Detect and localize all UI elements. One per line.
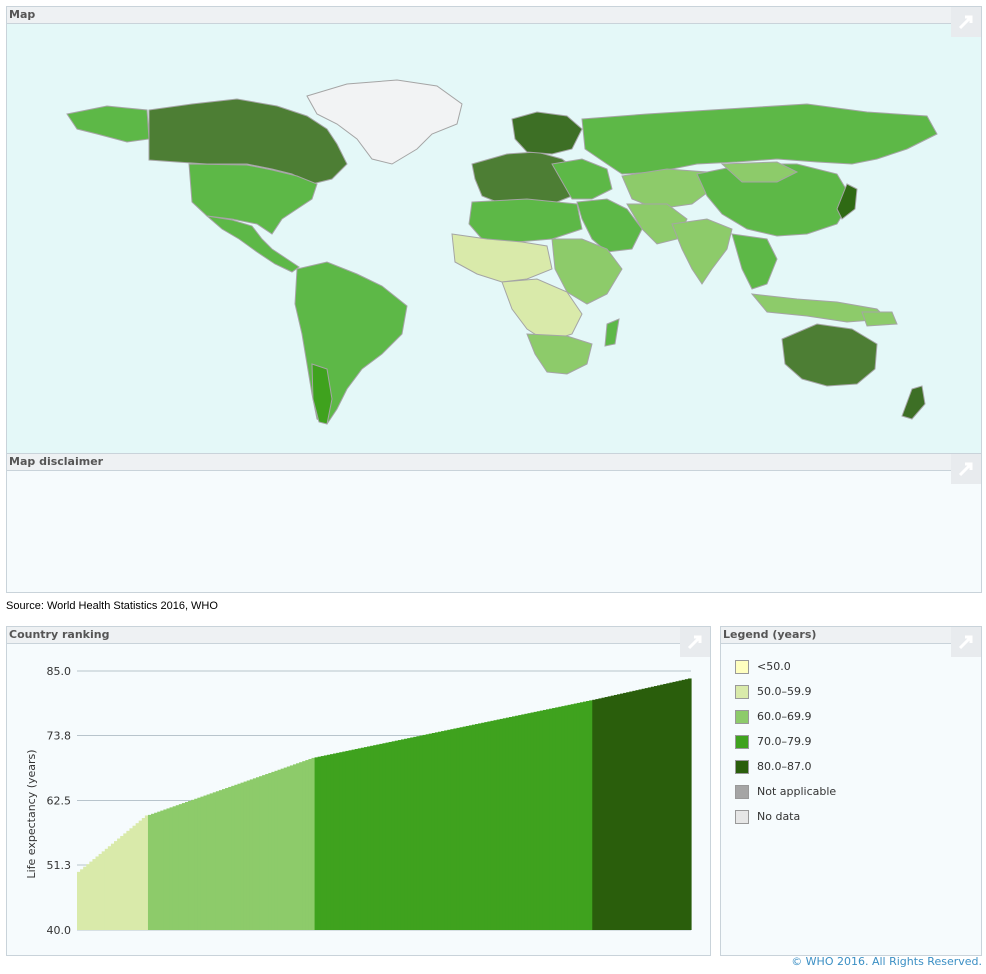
y-axis-label: Life expectancy (years): [25, 749, 38, 878]
legend-label: 60.0–69.9: [757, 710, 812, 723]
region-new-zealand: [901, 385, 926, 420]
region-mexico: [205, 215, 300, 273]
panel-title-map: Map: [7, 7, 981, 24]
legend-label: No data: [757, 810, 801, 823]
region-india: [671, 218, 733, 285]
legend-swatch: [735, 810, 749, 824]
legend-swatch: [735, 785, 749, 799]
legend-item: 60.0–69.9: [735, 709, 811, 725]
y-tick-label: 40.0: [47, 924, 72, 937]
panel-title-ranking: Country ranking: [7, 627, 710, 644]
y-tick-label: 73.8: [47, 729, 72, 742]
panel-title-disclaimer: Map disclaimer: [7, 454, 981, 471]
legend-item: <50.0: [735, 659, 791, 675]
legend-item: Not applicable: [735, 784, 836, 800]
region-madagascar: [604, 318, 620, 347]
legend-swatch: [735, 710, 749, 724]
y-tick-labels: 40.0 51.3 62.5 73.8 85.0: [47, 665, 72, 937]
source-text: Source: World Health Statistics 2016, WH…: [6, 600, 218, 612]
legend-item: No data: [735, 809, 800, 825]
y-tick-label: 51.3: [47, 859, 72, 872]
region-southern-africa: [526, 333, 593, 375]
expand-icon[interactable]: [951, 454, 981, 484]
region-papua: [861, 311, 898, 327]
country-bar: [687, 678, 692, 930]
legend-swatch: [735, 660, 749, 674]
legend-label: 50.0–59.9: [757, 685, 812, 698]
legend-item: 70.0–79.9: [735, 734, 811, 750]
legend-label: <50.0: [757, 660, 791, 673]
legend-item: 80.0–87.0: [735, 759, 811, 775]
ranking-bar-chart: 40.0 51.3 62.5 73.8 85.0 Life expectancy (ye…: [25, 665, 692, 937]
panel-title-legend: Legend (years): [721, 627, 981, 644]
legend-item: 50.0–59.9: [735, 684, 811, 700]
copyright-footer[interactable]: © WHO 2016. All Rights Reserved.: [791, 955, 982, 968]
region-south-america: [294, 261, 408, 425]
legend-swatch: [735, 760, 749, 774]
region-north-africa: [468, 198, 583, 243]
legend-panel: Legend (years) <50.0 50.0–59.9 60.0–69.9 70…: [720, 626, 982, 956]
world-choropleth-map[interactable]: [7, 24, 981, 453]
region-alaska: [66, 105, 150, 143]
expand-icon[interactable]: [951, 627, 981, 657]
ranking-panel: Country ranking 40.0 51.3 62.5 73.8 85.0 Lif…: [6, 626, 711, 956]
y-tick-label: 62.5: [47, 795, 72, 808]
legend-swatch: [735, 735, 749, 749]
legend-label: 80.0–87.0: [757, 760, 812, 773]
legend-swatch: [735, 685, 749, 699]
legend-label: 70.0–79.9: [757, 735, 812, 748]
region-west-africa: [451, 233, 553, 283]
region-australia: [781, 323, 878, 387]
bars: [77, 678, 692, 930]
disclaimer-panel: Map disclaimer: [6, 453, 982, 593]
legend-label: Not applicable: [757, 785, 837, 798]
region-southeast-asia: [731, 233, 778, 290]
map-panel: Map: [6, 6, 982, 454]
y-tick-label: 85.0: [47, 665, 72, 678]
region-scandinavia: [511, 111, 583, 155]
